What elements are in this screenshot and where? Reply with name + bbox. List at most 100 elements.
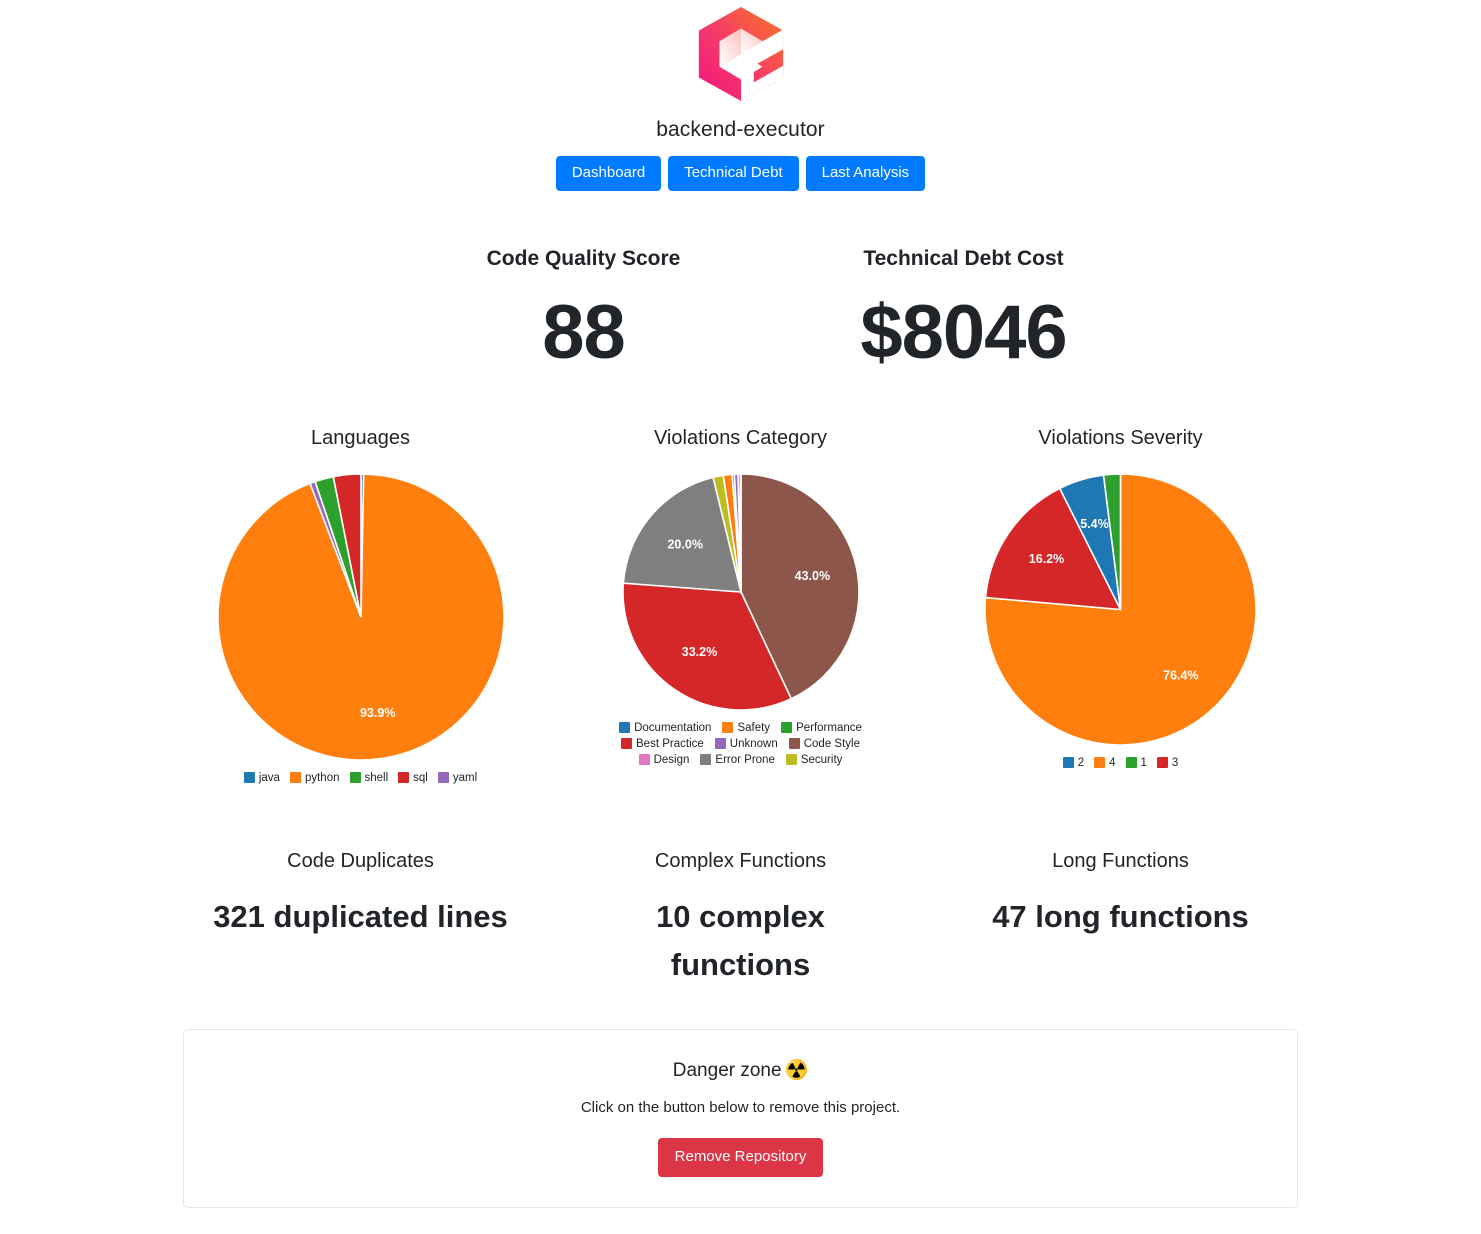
danger-zone-title-text: Danger zone <box>672 1059 782 1081</box>
code-quality-score-value: 88 <box>542 290 626 375</box>
score-summary-row: Code Quality Score 88 Technical Debt Cos… <box>0 247 1481 373</box>
pie-slice-label: 43.0% <box>794 569 829 583</box>
pie-slice-label: 93.9% <box>359 706 394 720</box>
legend-item-label: yaml <box>452 771 478 784</box>
code-quality-score-card: Code Quality Score 88 <box>394 247 774 373</box>
pie-slice-design[interactable] <box>738 472 742 592</box>
legend-swatch-icon <box>621 738 633 750</box>
pie-slice-label: 33.2% <box>681 645 716 659</box>
legend-item-security[interactable]: Security <box>785 753 843 766</box>
legend-item-label: 3 <box>1171 756 1179 769</box>
legend-item-3[interactable]: 3 <box>1156 756 1179 769</box>
danger-zone-subtitle: Click on the button below to remove this… <box>580 1098 901 1116</box>
violations-severity-chart-card: Violations Severity 76.4% 16.2% 5.4% 2 4 1 3 <box>931 427 1311 784</box>
technical-debt-cost-label: Technical Debt Cost <box>863 247 1064 270</box>
codacy-hexagon-c-logo <box>698 6 783 102</box>
legend-swatch-icon <box>781 722 793 734</box>
long-functions-label: Long Functions <box>1052 849 1189 872</box>
legend-swatch-icon <box>1156 757 1168 769</box>
legend-swatch-icon <box>1094 757 1106 769</box>
violations-severity-legend: 2 4 1 3 <box>931 757 1311 769</box>
legend-item-code-style[interactable]: Code Style <box>788 738 860 750</box>
legend-swatch-icon <box>700 754 712 766</box>
legend-swatch-icon <box>289 772 301 784</box>
complex-functions-value: 10 complex functions <box>656 898 825 982</box>
legend-item-yaml[interactable]: yaml <box>437 771 478 784</box>
nav-button-dashboard[interactable]: Dashboard <box>555 156 662 191</box>
violations-severity-pie-holder: 76.4% 16.2% 5.4% <box>931 472 1311 747</box>
legend-item-label: python <box>304 771 340 784</box>
complex-functions-card: Complex Functions 10 complex functions <box>551 850 931 989</box>
code-quality-score-label: Code Quality Score <box>486 247 681 270</box>
legend-item-documentation[interactable]: Documentation <box>619 722 711 734</box>
radioactive-sign-icon: ☢️ <box>784 1059 809 1081</box>
violations-category-chart-card: Violations Category 43.0% 33.2% 20.0% Docu… <box>551 427 931 784</box>
pie-slice-label: 16.2% <box>1029 552 1064 566</box>
legend-item-error-prone[interactable]: Error Prone <box>700 754 775 766</box>
legend-row: Documentation Safety Performance <box>605 722 877 734</box>
page-header: backend-executor Dashboard Technical Deb… <box>0 0 1481 191</box>
legend-item-best-practice[interactable]: Best Practice <box>621 738 704 750</box>
long-functions-value: 47 long functions <box>992 898 1249 934</box>
legend-swatch-icon <box>349 772 361 784</box>
legend-item-label: shell <box>364 771 389 784</box>
legend-item-sql[interactable]: sql <box>398 772 428 784</box>
danger-zone-card: Danger zone ☢️ Click on the button below … <box>183 1028 1298 1208</box>
code-duplicates-value: 321 duplicated lines <box>213 898 508 934</box>
legend-swatch-icon <box>619 722 631 734</box>
languages-chart-card: Languages 93.9% java python shell sql yaml <box>171 427 551 784</box>
languages-chart-title: Languages <box>311 426 410 449</box>
legend-item-unknown[interactable]: Unknown <box>714 737 778 750</box>
metrics-row: Code Duplicates 321 duplicated lines Com… <box>0 850 1481 989</box>
legend-swatch-icon <box>788 738 800 750</box>
charts-row: Languages 93.9% java python shell sql yaml V… <box>0 427 1481 784</box>
legend-item-performance[interactable]: Performance <box>781 722 862 734</box>
legend-swatch-icon <box>714 738 726 750</box>
legend-swatch-icon <box>243 772 255 784</box>
violations-severity-pie-chart[interactable]: 76.4% 16.2% 5.4% <box>983 472 1258 747</box>
legend-row: Best Practice Unknown Code Style <box>605 738 877 750</box>
long-functions-card: Long Functions 47 long functions <box>931 850 1311 989</box>
legend-swatch-icon <box>1062 757 1074 769</box>
legend-item-label: java <box>258 771 280 784</box>
legend-item-shell[interactable]: shell <box>349 771 389 784</box>
danger-zone-section: Danger zone ☢️ Click on the button below … <box>183 1028 1298 1208</box>
legend-item-safety[interactable]: Safety <box>722 722 770 734</box>
legend-swatch-icon <box>437 772 449 784</box>
legend-swatch-icon <box>398 772 410 784</box>
legend-item-4[interactable]: 4 <box>1094 756 1116 769</box>
legend-item-label: Unknown <box>729 737 778 750</box>
nav-button-group: Dashboard Technical Debt Last Analysis <box>0 156 1481 191</box>
languages-pie-holder: 93.9% <box>171 472 551 762</box>
legend-item-label: Security <box>800 753 843 766</box>
complex-functions-label: Complex Functions <box>654 849 827 872</box>
remove-repository-button[interactable]: Remove Repository <box>657 1137 824 1177</box>
violations-category-pie-holder: 43.0% 33.2% 20.0% <box>551 472 931 712</box>
legend-swatch-icon <box>638 754 650 766</box>
legend-item-2[interactable]: 2 <box>1062 756 1085 769</box>
legend-swatch-icon <box>785 754 797 766</box>
legend-item-python[interactable]: python <box>289 771 340 784</box>
legend-item-label: Design <box>653 753 690 766</box>
legend-item-label: 4 <box>1109 756 1116 769</box>
legend-item-label: Safety <box>737 721 771 734</box>
legend-item-java[interactable]: java <box>243 771 280 784</box>
legend-item-label: 2 <box>1077 756 1085 769</box>
technical-debt-cost-value: $8046 <box>860 290 1067 375</box>
nav-button-last-analysis[interactable]: Last Analysis <box>805 156 926 191</box>
languages-pie-chart[interactable]: 93.9% <box>216 472 506 762</box>
legend-item-label: Performance <box>796 721 862 734</box>
legend-item-label: Best Practice <box>636 737 704 750</box>
violations-category-pie-chart[interactable]: 43.0% 33.2% 20.0% <box>621 472 861 712</box>
violations-severity-chart-title: Violations Severity <box>1038 426 1203 449</box>
violations-category-legend: Documentation Safety Performance Best Pract… <box>605 722 877 766</box>
nav-button-technical-debt[interactable]: Technical Debt <box>668 156 799 191</box>
pie-slice-label: 5.4% <box>1080 517 1109 531</box>
logo-container <box>0 4 1481 104</box>
legend-item-1[interactable]: 1 <box>1125 757 1147 769</box>
page-title: backend-executor <box>656 118 825 141</box>
legend-swatch-icon <box>722 722 734 734</box>
code-duplicates-card: Code Duplicates 321 duplicated lines <box>171 850 551 989</box>
legend-item-design[interactable]: Design <box>638 753 690 766</box>
languages-legend: java python shell sql yaml <box>171 772 551 784</box>
